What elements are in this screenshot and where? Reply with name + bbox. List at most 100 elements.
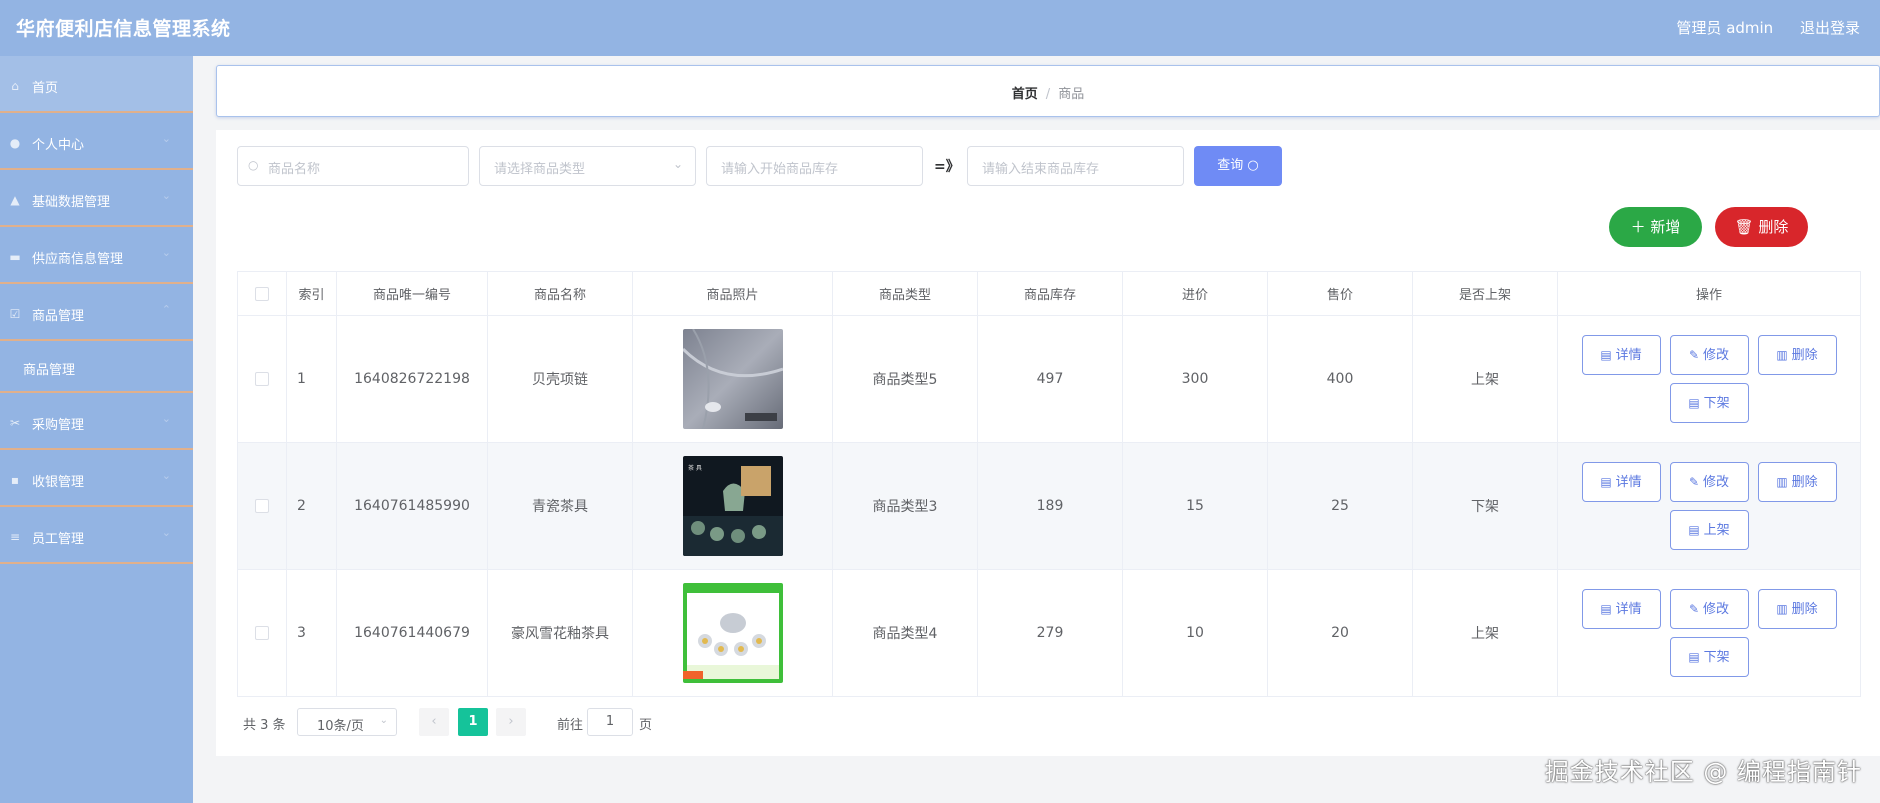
chevron-right-icon: ›	[508, 714, 514, 729]
delete-button[interactable]: ▥ 删除	[1757, 589, 1837, 629]
trash-icon: ▥	[1776, 348, 1788, 362]
sidebar-item-staff[interactable]: ≡ 员工管理 ⌄	[0, 507, 193, 564]
goods-table: 索引 商品唯一编号 商品名称 商品照片 商品类型 商品库存 进价 售价 是否上架…	[237, 271, 1861, 697]
goods-stock: 497	[977, 315, 1123, 443]
sidebar-subitem-goods[interactable]: 商品管理	[0, 341, 193, 393]
sidebar-item-label: 个人中心	[32, 138, 85, 153]
stock-start-input[interactable]: 请输入开始商品库存	[706, 146, 923, 186]
table-row: 2 1640761485990 青瓷茶具 茶 具 商品类型3 189 15 25…	[237, 442, 1861, 570]
goods-type: 商品类型4	[832, 569, 978, 697]
stock-end-input[interactable]: 请输入结束商品库存	[967, 146, 1184, 186]
document-icon: ▤	[1688, 523, 1700, 537]
shelf-toggle-label: 下架	[1703, 396, 1730, 411]
row-index: 2	[286, 442, 337, 570]
chevron-down-icon: ⌄	[161, 526, 171, 539]
sidebar-item-label: 首页	[32, 81, 59, 96]
batch-delete-button[interactable]: 🗑 删除	[1715, 207, 1808, 247]
breadcrumb: 首页 / 商品	[217, 83, 1879, 102]
user-icon: ●	[9, 136, 21, 150]
sidebar-item-label: 供应商信息管理	[32, 252, 124, 267]
user-area: 管理员 admin 退出登录	[1654, 17, 1860, 38]
row-select-cell[interactable]	[237, 569, 287, 697]
page-number-current[interactable]: 1	[458, 708, 488, 736]
goods-photo-necklace	[682, 329, 783, 429]
detail-button[interactable]: ▤ 详情	[1581, 589, 1661, 629]
row-operations: ▤ 详情 ✎ 修改 ▥ 删除 ▤ 下架	[1557, 569, 1861, 697]
goods-buy-price: 10	[1122, 569, 1268, 697]
detail-button[interactable]: ▤ 详情	[1581, 462, 1661, 502]
edit-label: 修改	[1703, 348, 1730, 363]
row-checkbox[interactable]	[255, 372, 269, 386]
delete-button[interactable]: ▥ 删除	[1757, 335, 1837, 375]
column-header: 是否上架	[1412, 271, 1558, 316]
goods-shelf-status: 上架	[1412, 315, 1558, 443]
select-all-checkbox[interactable]	[255, 286, 269, 301]
delete-label: 删除	[1791, 348, 1818, 363]
document-icon: ▤	[1600, 475, 1612, 489]
shelf-toggle-label: 下架	[1703, 650, 1730, 665]
detail-button[interactable]: ▤ 详情	[1581, 335, 1661, 375]
sidebar-item-label: 员工管理	[32, 532, 85, 547]
goods-code: 1640826722198	[336, 315, 488, 443]
goods-type-select[interactable]: 请选择商品类型 ⌄	[479, 146, 696, 186]
breadcrumb-home[interactable]: 首页	[1012, 87, 1038, 102]
prev-page-button[interactable]: ‹	[419, 708, 449, 736]
edit-button[interactable]: ✎ 修改	[1669, 462, 1749, 502]
detail-label: 详情	[1615, 475, 1642, 490]
goods-type: 商品类型5	[832, 315, 978, 443]
goods-sell-price: 400	[1267, 315, 1413, 443]
logout-link[interactable]: 退出登录	[1800, 19, 1860, 37]
sidebar: ⌂ 首页 ● 个人中心 ⌄ ▲ 基础数据管理 ⌄ ▬ 供应商信息管理 ⌄ ☑ 商…	[0, 56, 193, 803]
query-label: 查询	[1217, 158, 1244, 173]
add-label: 新增	[1650, 218, 1681, 236]
select-all-cell[interactable]	[237, 271, 287, 316]
page-unit-label: 页	[639, 718, 653, 733]
row-select-cell[interactable]	[237, 315, 287, 443]
sidebar-item-cashier[interactable]: ▪ 收银管理 ⌄	[0, 450, 193, 507]
delete-button[interactable]: ▥ 删除	[1757, 462, 1837, 502]
pagination-total: 共 3 条	[243, 718, 286, 733]
shelf-toggle-button[interactable]: ▤ 下架	[1669, 383, 1749, 423]
column-header: 商品唯一编号	[336, 271, 488, 316]
table-row: 1 1640826722198 贝壳项链 商品类型5 497 300 400 上…	[237, 315, 1861, 443]
page-size-select[interactable]: 10条/页 ⌄	[297, 708, 397, 736]
row-checkbox[interactable]	[255, 626, 269, 640]
top-header: 华府便利店信息管理系统 管理员 admin 退出登录	[0, 0, 1880, 56]
goods-name-search-input[interactable]: ○ 商品名称	[237, 146, 469, 186]
sidebar-item-basic-data[interactable]: ▲ 基础数据管理 ⌄	[0, 170, 193, 227]
edit-button[interactable]: ✎ 修改	[1669, 335, 1749, 375]
shelf-toggle-button[interactable]: ▤ 下架	[1669, 637, 1749, 677]
sidebar-item-home[interactable]: ⌂ 首页	[0, 56, 193, 113]
sidebar-item-goods[interactable]: ☑ 商品管理 ⌃	[0, 284, 193, 341]
chevron-left-icon: ‹	[431, 714, 437, 729]
next-page-button[interactable]: ›	[496, 708, 526, 736]
row-select-cell[interactable]	[237, 442, 287, 570]
goods-buy-price: 300	[1122, 315, 1268, 443]
add-button[interactable]: ＋ 新增	[1609, 207, 1702, 247]
sidebar-item-purchase[interactable]: ✂ 采购管理 ⌄	[0, 393, 193, 450]
row-operations: ▤ 详情 ✎ 修改 ▥ 删除 ▤ 下架	[1557, 315, 1861, 443]
sidebar-item-supplier[interactable]: ▬ 供应商信息管理 ⌄	[0, 227, 193, 284]
edit-icon: ✎	[1688, 475, 1700, 489]
sidebar-item-profile[interactable]: ● 个人中心 ⌄	[0, 113, 193, 170]
detail-label: 详情	[1615, 602, 1642, 617]
edit-icon: ✎	[1688, 602, 1700, 616]
shelf-toggle-button[interactable]: ▤ 上架	[1669, 510, 1749, 550]
check-square-icon: ☑	[9, 307, 21, 321]
goto-page-input[interactable]: 1	[587, 708, 633, 736]
goods-buy-price: 15	[1122, 442, 1268, 570]
sidebar-item-label: 收银管理	[32, 475, 85, 490]
edit-button[interactable]: ✎ 修改	[1669, 589, 1749, 629]
row-checkbox[interactable]	[255, 499, 269, 513]
document-icon: ▤	[1688, 396, 1700, 410]
query-button[interactable]: 查询 ○	[1194, 146, 1282, 186]
sliders-icon: ≡	[9, 530, 21, 544]
trash-icon: ▥	[1776, 475, 1788, 489]
home-icon: ⌂	[11, 79, 19, 93]
main-content: ○ 商品名称 请选择商品类型 ⌄ 请输入开始商品库存 =》 请输入结束商品库存 …	[216, 130, 1880, 756]
breadcrumb-current: 商品	[1058, 87, 1085, 102]
sidebar-item-label: 基础数据管理	[32, 195, 111, 210]
column-header: 商品类型	[832, 271, 978, 316]
page-size-value: 10条/页	[317, 719, 364, 734]
chevron-down-icon: ⌄	[161, 246, 171, 259]
